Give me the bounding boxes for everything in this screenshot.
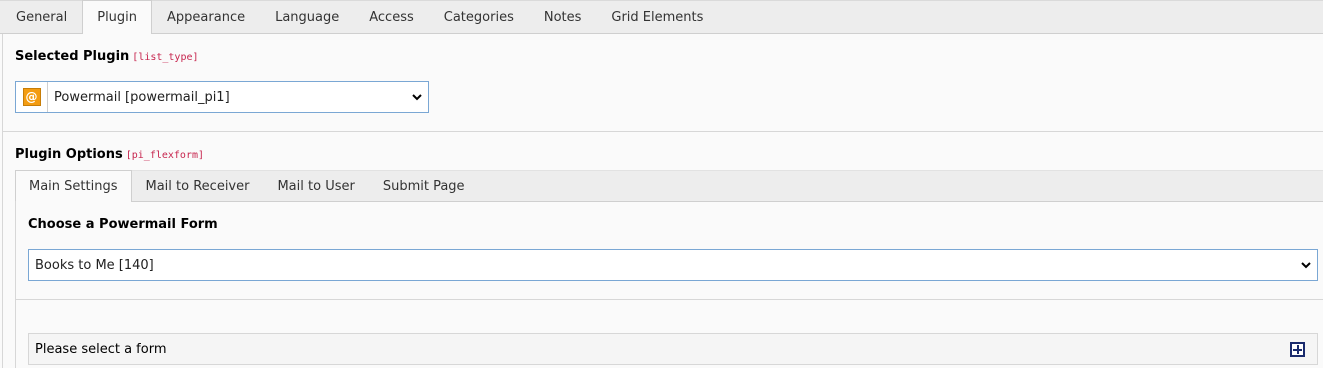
plugin-select[interactable]: @ Powermail [powermail_pi1] (15, 81, 429, 113)
selected-plugin-label: Selected Plugin [list_type] (15, 49, 199, 64)
plugin-options-label-text: Plugin Options (15, 147, 123, 162)
plugin-options-field-name: [pi_flexform] (125, 150, 205, 161)
tab-access[interactable]: Access (354, 1, 429, 34)
tab-mail-to-receiver[interactable]: Mail to Receiver (132, 171, 264, 202)
tab-categories[interactable]: Categories (429, 1, 529, 34)
choose-form-label: Choose a Powermail Form (28, 217, 218, 232)
form-divider (16, 299, 1323, 300)
tab-language[interactable]: Language (260, 1, 354, 34)
tab-main-settings[interactable]: Main Settings (15, 170, 132, 202)
selected-plugin-field-name: [list_type] (132, 52, 199, 63)
plugin-icon-container: @ (16, 82, 48, 112)
plugin-select-value: Powermail [powermail_pi1] (54, 89, 230, 105)
tab-general[interactable]: General (1, 1, 82, 34)
chevron-down-icon (1295, 261, 1317, 269)
form-preview-panel[interactable]: Please select a form (28, 333, 1318, 365)
expand-plus-icon[interactable] (1290, 341, 1305, 357)
form-select-value: Books to Me [140] (35, 257, 154, 273)
plugin-options-label: Plugin Options [pi_flexform] (15, 147, 204, 162)
plugin-options-tab-bar: Main Settings Mail to Receiver Mail to U… (15, 170, 1323, 202)
tab-appearance[interactable]: Appearance (152, 1, 260, 34)
selected-plugin-label-text: Selected Plugin (15, 49, 130, 64)
main-tab-bar: General Plugin Appearance Language Acces… (0, 0, 1323, 34)
tab-plugin[interactable]: Plugin (82, 0, 153, 34)
tab-submit-page[interactable]: Submit Page (369, 171, 479, 202)
form-preview-text: Please select a form (35, 341, 167, 357)
chevron-down-icon (406, 93, 428, 101)
tab-grid-elements[interactable]: Grid Elements (596, 1, 718, 34)
form-select[interactable]: Books to Me [140] (28, 249, 1318, 281)
at-sign-icon: @ (22, 88, 41, 106)
section-divider (2, 131, 1323, 132)
content-border-left (2, 34, 3, 368)
tab-mail-to-user[interactable]: Mail to User (263, 171, 368, 202)
tab-notes[interactable]: Notes (529, 1, 597, 34)
